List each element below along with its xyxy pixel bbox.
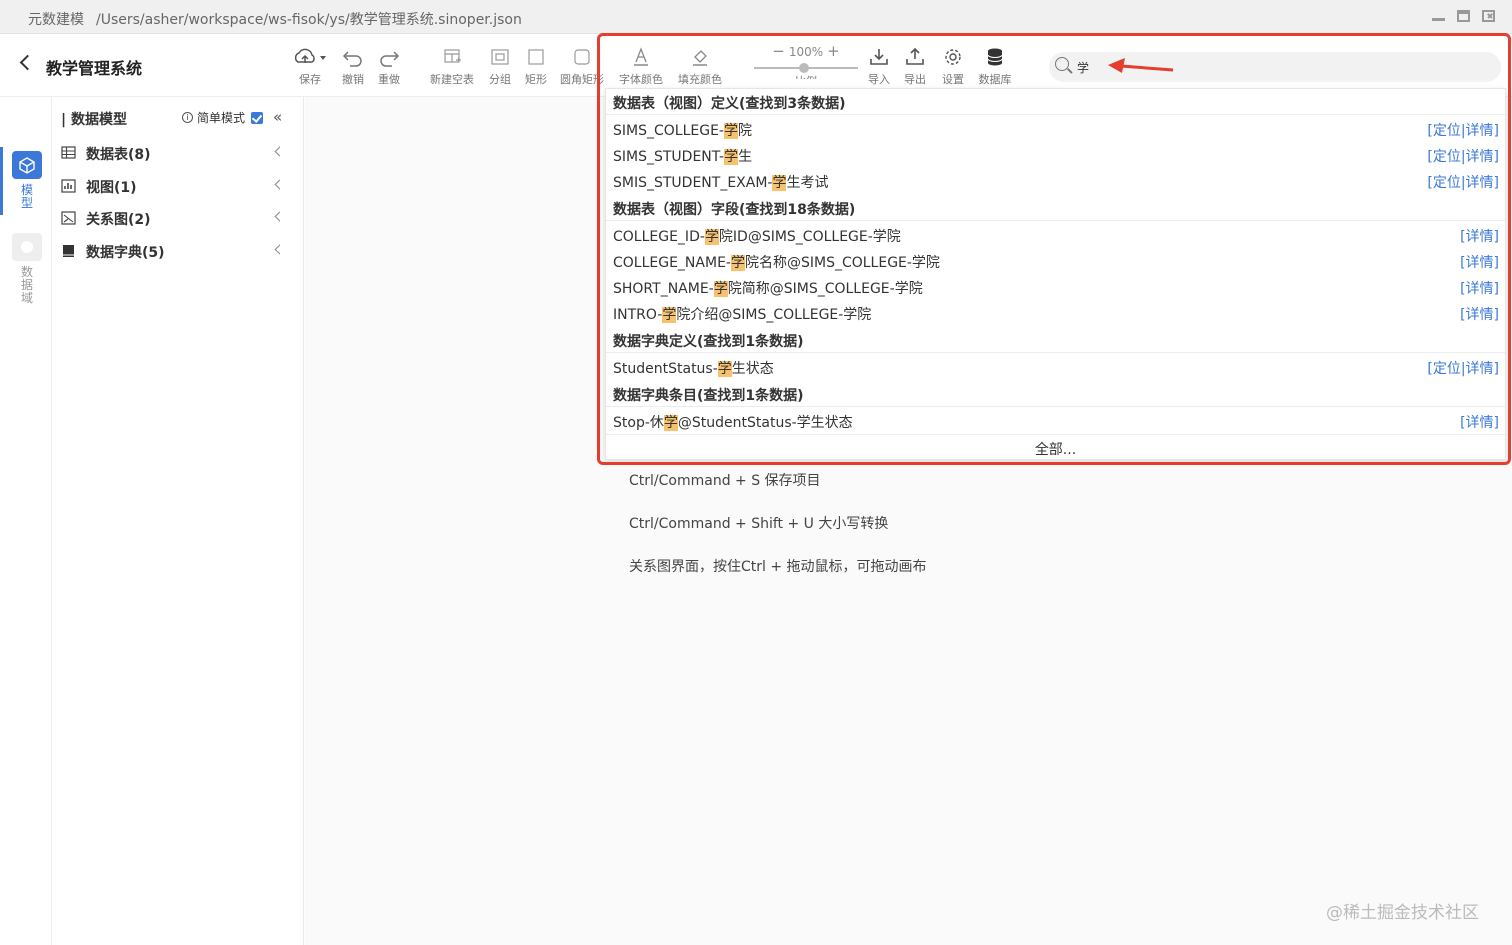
sidebar-item-label: 数据表(8) [86,147,151,163]
side-tab-bar: 模型 数据域 [0,97,52,945]
watermark: @稀土掘金技术社区 [1326,903,1479,923]
shortcut-tip: Ctrl/Command + Shift + U 大小写转换 [629,516,889,532]
sidebar-title: | 数据模型 [61,112,127,128]
collapse-sidebar-icon[interactable]: « [273,108,282,126]
chevron-left-icon [274,179,285,190]
view-icon [61,179,76,193]
sidebar-item-relation-diagrams[interactable]: 关系图(2) [52,205,304,233]
sidebar-item-dictionaries[interactable]: 数据字典(5) [52,238,304,266]
close-icon[interactable] [1482,10,1495,22]
side-tab-model-label: 模型 [20,183,33,210]
sidebar: | 数据模型 i 简单模式 « 数据表(8) 视图(1) 关系图(2) 数据字典… [52,97,304,945]
chevron-left-icon [274,244,285,255]
group-icon [491,49,509,65]
info-icon: i [182,112,193,123]
title-bar: 元数建模/Users/asher/workspace/ws-fisok/ys/教… [0,0,1512,34]
back-icon[interactable] [19,54,36,71]
side-tab-data-domain-label: 数据域 [20,265,33,305]
undo-label: 撤销 [342,73,364,86]
simple-mode-checkbox[interactable] [251,111,264,124]
save-button[interactable]: 保存 [290,46,330,88]
new-table-icon [444,49,461,63]
side-tab-data-domain[interactable]: 数据域 [12,233,42,305]
chevron-left-icon [274,211,285,222]
file-path: /Users/asher/workspace/ws-fisok/ys/教学管理系… [96,12,522,28]
sidebar-item-tables[interactable]: 数据表(8) [52,140,304,168]
redo-icon [380,51,400,67]
sidebar-item-views[interactable]: 视图(1) [52,173,304,201]
app-name: 元数建模 [28,12,84,28]
chevron-left-icon [274,146,285,157]
sidebar-item-label: 视图(1) [86,180,137,196]
redo-label: 重做 [378,73,400,86]
cube-icon [12,151,42,179]
cloud-upload-icon [294,48,326,63]
save-label: 保存 [299,73,321,86]
group-button[interactable]: 分组 [487,46,513,88]
maximize-icon[interactable] [1457,10,1470,22]
redo-button[interactable]: 重做 [376,46,402,88]
group-label: 分组 [489,73,511,86]
undo-button[interactable]: 撤销 [340,46,366,88]
active-tab-indicator [0,147,3,215]
annotation-highlight-frame [597,33,1511,465]
project-title: 教学管理系统 [46,59,143,78]
simple-mode-label: 简单模式 [197,111,246,125]
table-icon [61,146,76,159]
sidebar-title-text: 数据模型 [71,112,127,128]
new-table-button[interactable]: 新建空表 [428,46,476,88]
dictionary-icon [63,245,74,257]
shortcut-tip: Ctrl/Command + S 保存项目 [629,473,821,489]
rectangle-button[interactable]: 矩形 [523,46,549,88]
shortcut-tip: 关系图界面，按住Ctrl + 拖动鼠标，可拖动画布 [629,559,927,575]
rectangle-label: 矩形 [525,73,547,86]
side-tab-model[interactable]: 模型 [12,151,42,210]
rectangle-icon [528,49,544,65]
sidebar-item-label: 数据字典(5) [86,245,165,261]
new-table-label: 新建空表 [430,73,474,86]
window-title: 元数建模/Users/asher/workspace/ws-fisok/ys/教… [28,9,522,29]
undo-icon [342,51,362,67]
rounded-rectangle-icon [574,49,590,65]
minimize-icon[interactable] [1431,10,1445,22]
simple-mode-toggle[interactable]: i 简单模式 [182,109,264,126]
globe-icon [12,233,42,261]
relation-diagram-icon [61,211,76,225]
sidebar-item-label: 关系图(2) [86,212,151,228]
